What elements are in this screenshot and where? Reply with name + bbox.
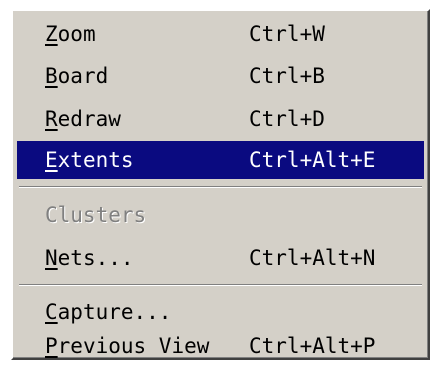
menu-item-previous-view[interactable]: Previous View Ctrl+Alt+P — [17, 327, 424, 365]
shortcut-label: Ctrl+B — [249, 64, 325, 88]
shortcut-label: Ctrl+Alt+N — [249, 246, 376, 270]
menu-item-label: Clusters — [45, 203, 147, 227]
menu-item-label: Capture... — [45, 300, 172, 324]
menu-separator — [19, 284, 422, 286]
menu-separator — [19, 186, 422, 188]
menu-item-capture[interactable]: Capture... — [17, 293, 424, 331]
menu-item-extents[interactable]: Extents Ctrl+Alt+E — [17, 141, 424, 179]
menu-item-zoom[interactable]: Zoom Ctrl+W — [17, 15, 424, 53]
shortcut-label: Ctrl+Alt+E — [249, 148, 376, 172]
view-menu: Zoom Ctrl+W Board Ctrl+B Redraw Ctrl+D E… — [11, 9, 430, 360]
menu-item-nets[interactable]: Nets... Ctrl+Alt+N — [17, 239, 424, 277]
shortcut-label: Ctrl+Alt+P — [249, 334, 376, 358]
menu-item-label: Previous View — [45, 334, 210, 358]
menu-item-redraw[interactable]: Redraw Ctrl+D — [17, 100, 424, 138]
shortcut-label: Ctrl+W — [249, 22, 325, 46]
menu-item-board[interactable]: Board Ctrl+B — [17, 57, 424, 95]
menu-item-clusters: Clusters — [17, 196, 424, 234]
menu-item-label: Zoom — [45, 22, 96, 46]
menu-item-label: Redraw — [45, 107, 121, 131]
menu-item-label: Board — [45, 64, 109, 88]
menu-item-label: Extents — [45, 148, 134, 172]
menu-item-label: Nets... — [45, 246, 134, 270]
shortcut-label: Ctrl+D — [249, 107, 325, 131]
